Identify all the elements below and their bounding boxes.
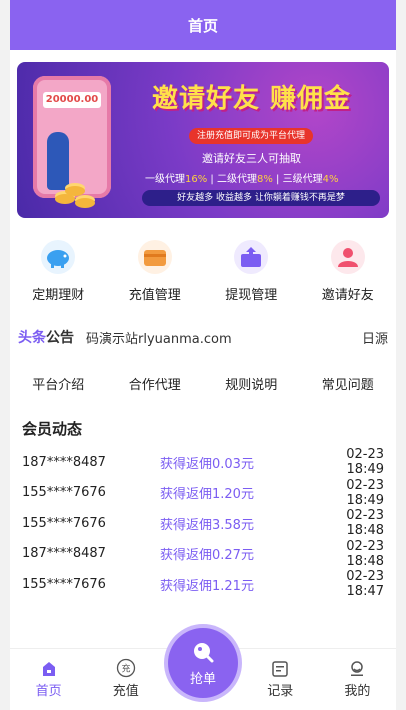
wallet-icon	[137, 240, 172, 274]
member-phone: 155****7676	[22, 515, 106, 531]
quick-action-recharge[interactable]: 充值管理	[107, 236, 204, 308]
tab-home-label: 首页	[35, 684, 62, 699]
magnifier-icon	[194, 642, 214, 662]
member-reward: 获得返佣0.03元	[160, 456, 254, 472]
tab-mine[interactable]: 我的	[319, 660, 396, 710]
member-reward: 获得返佣1.20元	[160, 487, 254, 503]
member-feed-title: 会员动态	[22, 420, 83, 438]
tier3-label: 三级代理	[282, 174, 323, 185]
announcement-brand: 头条公告	[18, 327, 74, 347]
tab-mine-label: 我的	[344, 684, 371, 699]
withdraw-icon	[234, 240, 269, 274]
member-time: 02-23 18:47	[346, 569, 384, 600]
quick-action-invite[interactable]: 邀请好友	[300, 236, 397, 308]
top-bar: 首页	[10, 0, 396, 50]
link-partnership[interactable]: 合作代理	[107, 374, 204, 400]
member-reward: 获得返佣3.58元	[160, 517, 254, 533]
banner-phone-amount: 20000.00	[43, 92, 101, 108]
recharge-icon-glyph: 充	[121, 663, 130, 675]
member-phone: 187****8487	[22, 546, 106, 562]
invite-friends-icon	[330, 240, 365, 274]
announcement-text-trailing: 日源	[361, 331, 388, 347]
banner-line2: 邀请好友三人可抽取	[202, 152, 301, 165]
tab-home[interactable]: 首页	[10, 660, 87, 710]
piggy-bank-icon	[41, 240, 76, 274]
quick-action-fixed-finance[interactable]: 定期理财	[10, 236, 107, 308]
tier2-pct: 8%	[256, 174, 273, 185]
quick-action-withdraw[interactable]: 提现管理	[203, 236, 300, 308]
member-reward: 获得返佣1.21元	[160, 578, 254, 594]
member-time: 02-23 18:48	[346, 538, 384, 569]
link-platform-intro[interactable]: 平台介绍	[10, 374, 107, 400]
coin-icon	[65, 186, 85, 196]
page-title: 首页	[187, 16, 218, 35]
tab-recharge[interactable]: 充 充值	[87, 658, 164, 710]
link-faq[interactable]: 常见问题	[300, 374, 397, 400]
grab-order-button[interactable]: 抢单	[168, 628, 238, 698]
tab-recharge-label: 充值	[112, 684, 139, 699]
member-time: 02-23 18:48	[346, 508, 384, 539]
member-feed-list: 187****8487 获得返佣0.03元 02-23 18:49 155***…	[10, 447, 396, 600]
app-frame: 首页 20000.00 邀请好友 赚佣金 注册充值即可成为平台代理 邀请好友三人…	[10, 0, 396, 710]
info-links: 平台介绍 合作代理 规则说明 常见问题	[10, 374, 396, 400]
records-icon	[272, 661, 288, 677]
recharge-icon: 充	[116, 658, 135, 678]
quick-action-label: 定期理财	[32, 288, 85, 303]
announcement-text: 码演示站rlyuanma.com	[86, 331, 232, 347]
member-phone: 155****7676	[22, 485, 106, 501]
coin-icon	[75, 198, 95, 208]
list-item: 155****7676 获得返佣1.21元 02-23 18:47	[10, 569, 396, 600]
member-phone: 155****7676	[22, 576, 106, 592]
list-item: 187****8487 获得返佣0.03元 02-23 18:49	[10, 447, 396, 478]
quick-action-label: 提现管理	[225, 288, 278, 303]
brand-part-b: 公告	[46, 330, 74, 346]
announcement-bar[interactable]: 头条公告 码演示站rlyuanma.com 日源	[10, 322, 396, 352]
tab-grab-spacer	[164, 699, 241, 710]
invite-banner[interactable]: 20000.00 邀请好友 赚佣金 注册充值即可成为平台代理 邀请好友三人可抽取…	[17, 62, 389, 218]
list-item: 155****7676 获得返佣3.58元 02-23 18:48	[10, 508, 396, 539]
member-time: 02-23 18:49	[346, 477, 384, 508]
tab-records-label: 记录	[267, 684, 294, 699]
user-icon	[351, 661, 364, 676]
member-time: 02-23 18:49	[346, 447, 384, 478]
phone-illustration: 20000.00	[33, 76, 111, 198]
banner-tag: 注册充值即可成为平台代理	[189, 128, 314, 144]
banner-headline: 邀请好友 赚佣金	[152, 84, 352, 114]
tab-records[interactable]: 记录	[242, 660, 319, 710]
list-item: 155****7676 获得返佣1.20元 02-23 18:49	[10, 478, 396, 509]
list-item: 187****8487 获得返佣0.27元 02-23 18:48	[10, 539, 396, 570]
quick-actions: 定期理财 充值管理 提现管理 邀请好友	[10, 236, 396, 308]
tier3-pct: 4%	[322, 174, 339, 185]
tier2-label: 二级代理	[216, 174, 257, 185]
quick-action-label: 邀请好友	[321, 288, 374, 303]
tier1-pct: 16%	[185, 174, 208, 185]
quick-action-label: 充值管理	[128, 288, 181, 303]
link-rules[interactable]: 规则说明	[203, 374, 300, 400]
person-illustration	[47, 132, 69, 190]
banner-tiers: 一级代理16% | 二级代理8% | 三级代理4%	[145, 174, 339, 185]
tier1-label: 一级代理	[145, 174, 185, 185]
brand-part-a: 头条	[18, 330, 46, 346]
member-phone: 187****8487	[22, 454, 106, 470]
banner-slogan: 好友越多 收益越多 让你躺着赚钱不再是梦	[142, 190, 380, 206]
member-reward: 获得返佣0.27元	[160, 548, 254, 564]
home-icon	[42, 662, 55, 676]
grab-order-label: 抢单	[189, 671, 216, 687]
